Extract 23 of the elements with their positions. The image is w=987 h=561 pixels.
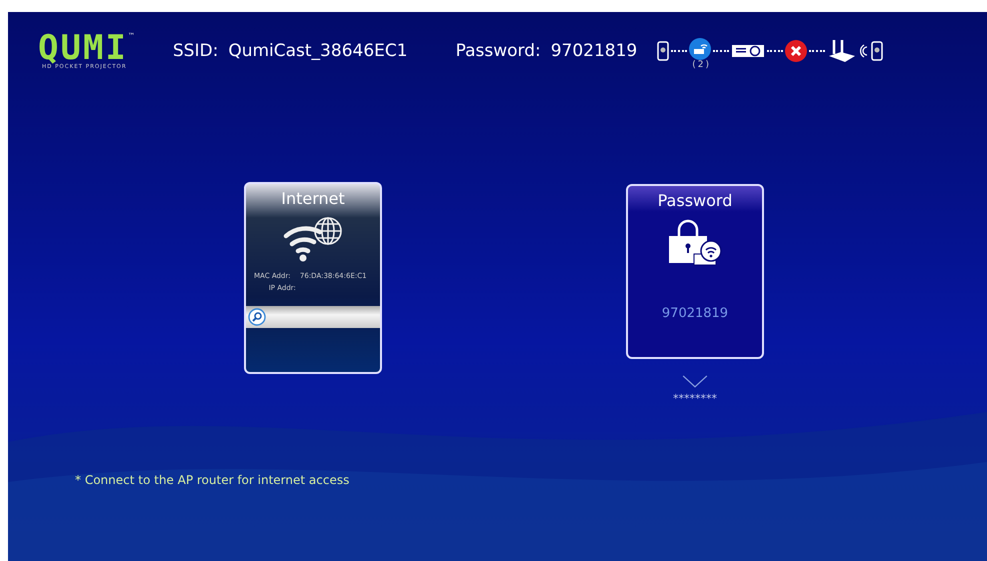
projector-icon [731,43,766,59]
search-icon [248,308,266,326]
ssid-label: SSID: [172,41,218,61]
password-value: 97021819 [662,306,728,321]
search-field[interactable] [246,306,380,328]
wifi-globe-icon [282,216,344,262]
card-title: Password [658,191,732,210]
phone-icon [657,41,670,61]
chevron-down-icon[interactable] [681,375,709,388]
signal-waves-icon [859,43,870,59]
card-title: Internet [281,189,345,208]
cast-device-icon [689,38,712,60]
phone-icon [871,41,884,61]
ssid-value: QumiCast_38646EC1 [228,41,408,61]
password-label: Password: [456,41,541,61]
logo-wordmark: QUMI [38,32,128,64]
password-value: 97021819 [550,41,638,61]
lock-icon [667,218,723,268]
router-icon [827,38,858,64]
password-card[interactable]: Password 97021819 [626,184,764,360]
masked-password: ******** [673,392,717,405]
footnote-text: * Connect to the AP router for internet access [75,473,350,487]
client-count: (2) [692,60,711,70]
